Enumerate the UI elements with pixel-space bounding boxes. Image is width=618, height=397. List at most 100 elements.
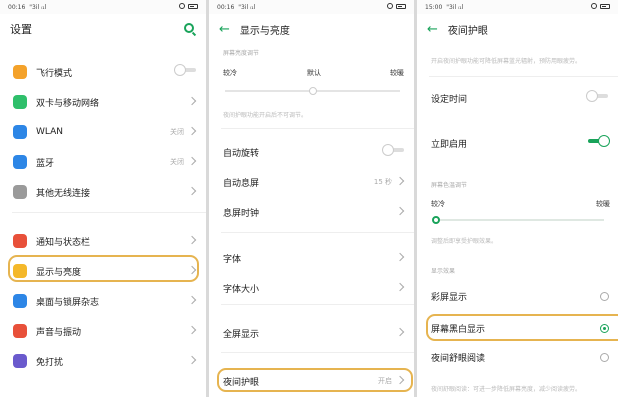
- highlight-frame: [217, 368, 413, 392]
- notification-icon: [13, 234, 27, 248]
- highlight-frame: [8, 255, 199, 282]
- slider-label-right: 较暖: [390, 69, 404, 77]
- settings-item-label: 通知与状态栏: [36, 237, 91, 248]
- wallpaper-icon: [13, 294, 27, 308]
- divider: [221, 304, 414, 305]
- settings-item-label: 声音与振动: [36, 327, 82, 338]
- sound-icon: [13, 324, 27, 338]
- settings-item-label: 其他无线连接: [36, 188, 91, 199]
- title-bar: 设置: [0, 14, 206, 44]
- toggle-switch[interactable]: [174, 64, 196, 76]
- toggle-knob: [382, 144, 394, 156]
- display-brightness-panel: 00:16 "3il ᵢ₁l ← 显示与亮度 屏幕亮度调节 较冷 默认 较暖 夜…: [209, 0, 414, 397]
- status-time: 00:16: [217, 3, 235, 11]
- battery-icon: [396, 3, 406, 9]
- wireless-icon: [13, 185, 27, 199]
- slider-thumb[interactable]: [432, 216, 441, 224]
- status-time: 00:16: [8, 3, 26, 11]
- divider: [221, 232, 414, 233]
- page-title: 夜间护眼: [447, 25, 488, 37]
- toggle-knob: [174, 64, 186, 76]
- page-title: 显示与亮度: [239, 25, 290, 37]
- battery-icon: [188, 3, 198, 9]
- slider-labels: 较冷 较暖: [431, 199, 610, 209]
- divider: [12, 212, 206, 213]
- night-setting-item[interactable]: 设定时间: [417, 83, 618, 113]
- headset-icon: [387, 3, 393, 9]
- display-setting-item[interactable]: 息屏时钟: [209, 197, 414, 227]
- slider-label-left: 较冷: [223, 69, 237, 77]
- night-mode-panel: 15:00 "3il ᵢ₁l ← 夜间护眼 开启夜间护眼功能可降低屏幕蓝光辐射，…: [417, 0, 618, 397]
- mode-header: 显示效果: [431, 268, 456, 275]
- display-setting-label: 字体: [223, 254, 242, 265]
- status-bar: 15:00 "3il ᵢ₁l: [417, 0, 618, 14]
- settings-item-label: 桌面与锁屏杂志: [36, 297, 100, 308]
- display-setting-label: 全屏显示: [223, 329, 260, 340]
- display-setting-value: 15 秒: [373, 178, 392, 186]
- settings-item-value: 关闭: [170, 128, 184, 136]
- settings-item-label: 免打扰: [36, 357, 64, 368]
- toggle-switch[interactable]: [586, 90, 608, 102]
- back-arrow-icon[interactable]: ←: [427, 23, 438, 36]
- settings-item-value: 关闭: [170, 158, 184, 166]
- title-bar: ← 显示与亮度: [209, 14, 414, 44]
- color-temp-slider[interactable]: [432, 216, 604, 224]
- divider: [429, 76, 618, 77]
- slider-label-left: 较冷: [431, 200, 445, 208]
- page-title: 设置: [10, 23, 32, 36]
- headset-icon: [179, 3, 185, 9]
- slider-labels: 较冷 默认 较暖: [223, 68, 404, 78]
- settings-item[interactable]: 通知与状态栏: [0, 226, 206, 256]
- toggle-knob: [586, 90, 598, 102]
- settings-item[interactable]: 桌面与锁屏杂志: [0, 286, 206, 316]
- toggle-knob: [598, 135, 610, 147]
- display-mode-label: 夜间舒眼阅读: [431, 353, 486, 364]
- toggle-switch[interactable]: [588, 135, 610, 147]
- title-bar: ← 夜间护眼: [417, 14, 618, 44]
- intro-text: 开启夜间护眼功能可降低屏幕蓝光辐射，预防用眼疲劳。: [431, 58, 582, 65]
- footer-note: 夜间舒眼阅读：可进一步降低屏幕亮度，减少阅读疲劳。: [431, 386, 582, 393]
- settings-item[interactable]: 免打扰: [0, 346, 206, 376]
- display-mode-option[interactable]: 夜间舒眼阅读: [417, 342, 618, 372]
- highlight-frame: [426, 314, 618, 341]
- slider-label-mid: 默认: [307, 69, 321, 77]
- toggle-switch[interactable]: [382, 144, 404, 156]
- night-setting-item[interactable]: 立即启用: [417, 128, 618, 158]
- back-arrow-icon[interactable]: ←: [219, 23, 230, 36]
- slider-thumb[interactable]: [308, 87, 317, 95]
- display-mode-option[interactable]: 彩屏显示: [417, 281, 618, 311]
- radio-button[interactable]: [600, 353, 609, 362]
- signal-indicator: "3il ᵢ₁l: [238, 3, 256, 11]
- search-icon[interactable]: [184, 23, 194, 33]
- battery-icon: [600, 3, 610, 9]
- slider-label-right: 较暖: [596, 200, 610, 208]
- moon-icon: [13, 354, 27, 368]
- slider-note: 夜间护眼功能开启后不可调节。: [223, 112, 308, 119]
- status-time: 15:00: [425, 3, 443, 11]
- radio-button[interactable]: [600, 292, 609, 301]
- settings-item[interactable]: 声音与振动: [0, 316, 206, 346]
- display-setting-item[interactable]: 自动息屏 15 秒: [209, 167, 414, 197]
- color-temp-slider[interactable]: [225, 87, 400, 95]
- divider: [221, 128, 414, 129]
- signal-indicator: "3il ᵢ₁l: [446, 3, 464, 11]
- settings-panel: 00:16 "3il ᵢ₁l 设置 飞行模式双卡与移动网络 WLAN 关闭 蓝牙 关闭其…: [0, 0, 206, 397]
- wifi-icon: [591, 3, 597, 9]
- display-setting-label: 息屏时钟: [223, 208, 260, 219]
- settings-item[interactable]: 蓝牙 关闭: [0, 147, 206, 177]
- settings-item-label: 双卡与移动网络: [36, 98, 100, 109]
- settings-item[interactable]: 飞行模式: [0, 57, 206, 87]
- display-setting-item[interactable]: 全屏显示: [209, 318, 414, 348]
- status-bar: 00:16 "3il ᵢ₁l: [0, 0, 206, 14]
- settings-item[interactable]: 其他无线连接: [0, 177, 206, 207]
- display-setting-item[interactable]: 自动旋转: [209, 137, 414, 167]
- bluetooth-icon: [13, 155, 27, 169]
- display-setting-item[interactable]: 字体大小: [209, 273, 414, 303]
- airplane-icon: [13, 65, 27, 79]
- display-mode-label: 彩屏显示: [431, 292, 468, 303]
- display-setting-item[interactable]: 字体: [209, 243, 414, 273]
- settings-item[interactable]: WLAN 关闭: [0, 117, 206, 147]
- wifi-icon: [13, 125, 27, 139]
- settings-item[interactable]: 双卡与移动网络: [0, 87, 206, 117]
- display-setting-label: 字体大小: [223, 284, 260, 295]
